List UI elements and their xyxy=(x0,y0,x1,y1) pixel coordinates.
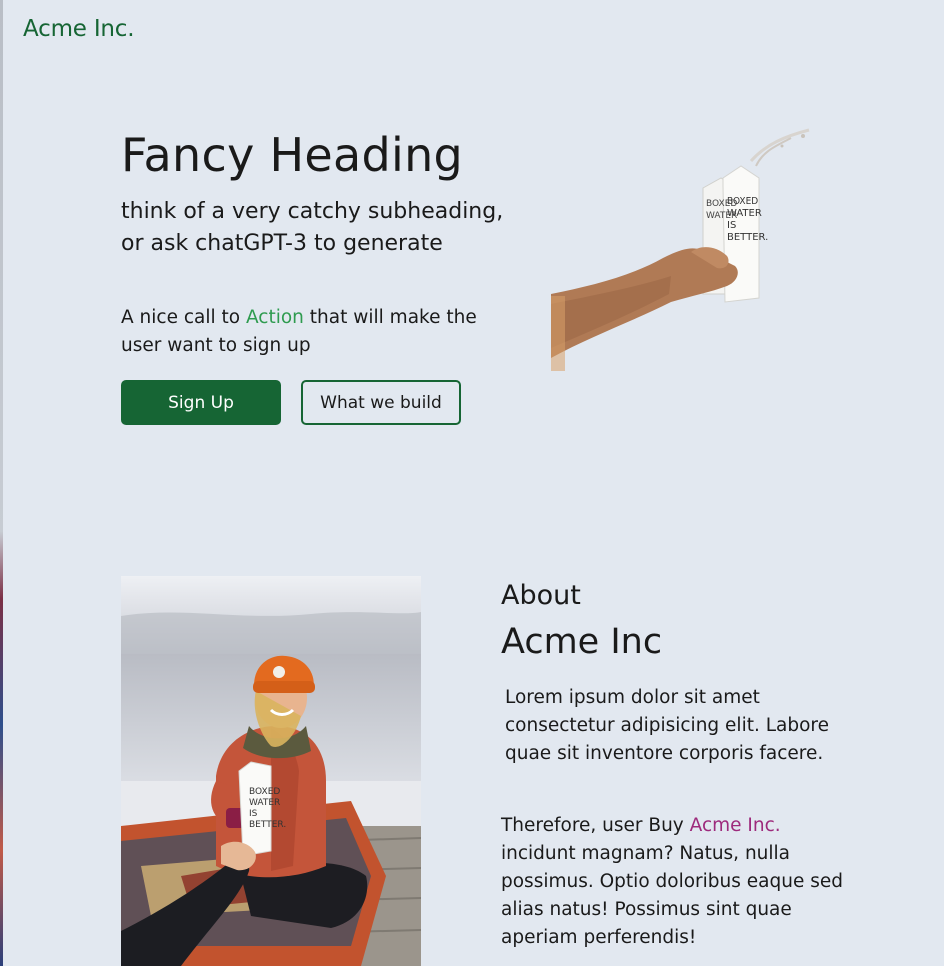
carton-text: IS xyxy=(727,220,736,231)
carton-text: BETTER. xyxy=(249,820,286,830)
what-we-build-button[interactable]: What we build xyxy=(301,380,461,425)
hero-call-to-action: A nice call to Action that will make the… xyxy=(121,304,521,360)
carton-text: IS xyxy=(249,809,258,819)
carton-text: WATER xyxy=(706,211,737,221)
about-text-before: Therefore, user Buy xyxy=(501,815,690,836)
sign-up-button[interactable]: Sign Up xyxy=(121,380,281,425)
about-photo-illustration: BOXED WATER IS BETTER. xyxy=(121,576,421,966)
about-image: BOXED WATER IS BETTER. xyxy=(121,576,421,966)
carton-text: BOXED xyxy=(249,787,280,797)
about-paragraph-1: Lorem ipsum dolor sit amet consectetur a… xyxy=(505,687,830,764)
carton-text: BOXED xyxy=(706,199,737,209)
hero-heading: Fancy Heading xyxy=(121,128,464,182)
hero-subheading: think of a very catchy subheading, or as… xyxy=(121,199,504,256)
carton-text: WATER xyxy=(249,798,280,808)
about-text-after: incidunt magnam? Natus, nulla possimus. … xyxy=(501,843,843,948)
about-paragraph-2: Therefore, user Buy Acme Inc. incidunt m… xyxy=(501,812,861,952)
hero-image: BOXED WATER IS BETTER. BOXED WATER xyxy=(551,126,821,371)
cta-accent-word: Action xyxy=(245,307,304,328)
brand-logo[interactable]: Acme Inc. xyxy=(23,16,135,42)
hero-photo-illustration: BOXED WATER IS BETTER. BOXED WATER xyxy=(551,128,810,371)
about-section-label: About xyxy=(501,580,581,611)
about-section-title: Acme Inc xyxy=(501,622,663,662)
window-edge-strip xyxy=(0,0,3,966)
carton-text: BETTER. xyxy=(727,232,768,243)
acme-inc-link[interactable]: Acme Inc. xyxy=(690,815,781,836)
cta-text-before: A nice call to xyxy=(121,307,246,328)
